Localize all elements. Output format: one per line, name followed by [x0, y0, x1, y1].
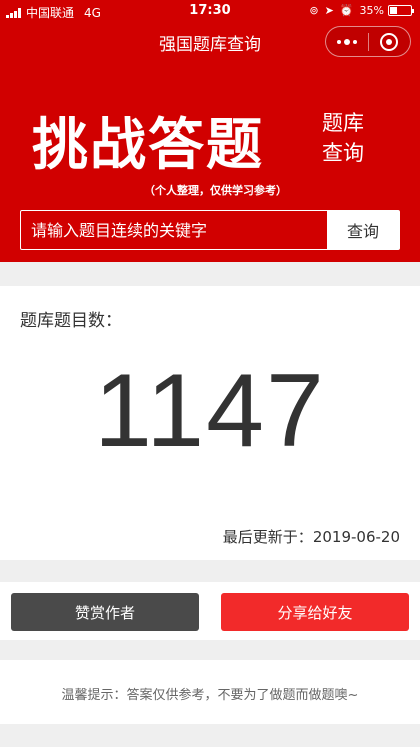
alarm-icon: ⏰ — [339, 4, 354, 17]
action-bar: 赞赏作者 分享给好友 — [0, 582, 420, 640]
more-button[interactable] — [326, 27, 368, 56]
battery-icon — [388, 5, 414, 16]
last-updated-date: 2019-06-20 — [312, 528, 400, 546]
question-count: 1147 — [94, 353, 326, 469]
hero-header: 中国联通 4G 17:30 ⊚ ➤ ⏰ 35% 强国题库查询 挑战答题 题库查询… — [0, 0, 420, 262]
tip-card: 温馨提示：答案仅供参考，不要为了做题而做题噢~ — [0, 660, 420, 724]
tip-text: 温馨提示：答案仅供参考，不要为了做题而做题噢~ — [61, 688, 359, 703]
status-bar: 中国联通 4G 17:30 ⊚ ➤ ⏰ 35% — [0, 0, 420, 22]
reward-author-button[interactable]: 赞赏作者 — [11, 593, 199, 631]
stats-card: 题库题目数： 1147 最后更新于：2019-06-20 — [0, 286, 420, 560]
last-updated: 最后更新于：2019-06-20 — [223, 526, 400, 547]
search-box: 查询 — [20, 210, 400, 250]
search-input[interactable] — [21, 211, 327, 249]
hero-title: 挑战答题 — [32, 113, 264, 178]
hero-side-title: 题库查询 — [322, 111, 364, 165]
rotation-lock-icon: ⊚ — [309, 4, 319, 17]
battery-percent: 35% — [359, 4, 384, 17]
location-icon: ➤ — [324, 4, 334, 17]
more-icon — [335, 38, 358, 45]
close-button[interactable] — [368, 27, 410, 56]
search-button[interactable]: 查询 — [327, 211, 399, 249]
status-right: ⊚ ➤ ⏰ 35% — [303, 4, 414, 17]
close-target-icon — [380, 32, 399, 51]
last-updated-label: 最后更新于： — [222, 528, 313, 546]
question-count-label: 题库题目数： — [20, 311, 122, 331]
battery-fill — [390, 7, 397, 14]
hero-subtitle: （个人整理，仅供学习参考） — [144, 184, 287, 197]
mini-program-capsule — [325, 26, 411, 57]
share-button[interactable]: 分享给好友 — [221, 593, 409, 631]
